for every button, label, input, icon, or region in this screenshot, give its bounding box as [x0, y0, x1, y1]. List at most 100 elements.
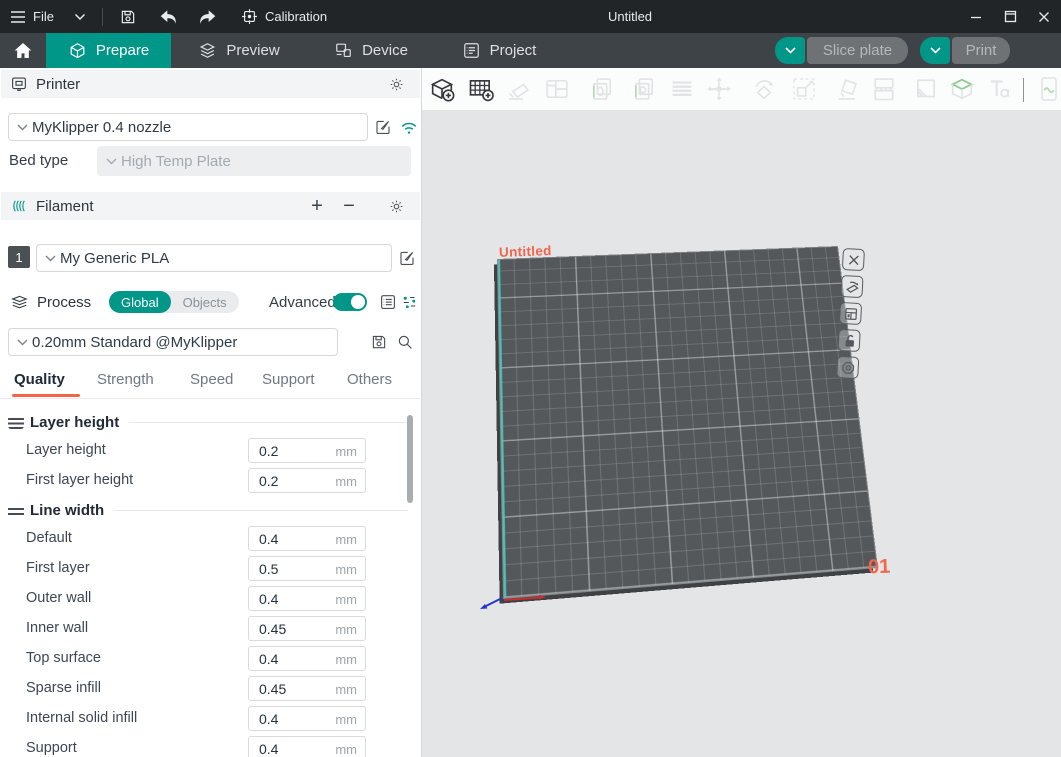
tab-device[interactable]: Device: [307, 33, 435, 68]
home-icon: [13, 41, 33, 60]
parameter-row: Sparse infill 0.45 mm: [0, 674, 420, 704]
tab-project[interactable]: Project: [435, 33, 563, 68]
maximize-button[interactable]: [993, 0, 1027, 33]
copy-icon[interactable]: [588, 75, 616, 103]
home-button[interactable]: [0, 33, 46, 68]
scale-icon[interactable]: [790, 75, 818, 103]
add-model-icon[interactable]: [428, 75, 456, 103]
split-icon[interactable]: [870, 75, 898, 103]
parameter-unit: mm: [335, 682, 357, 697]
slice-plate-dropdown[interactable]: [775, 37, 805, 64]
minimize-button[interactable]: [959, 0, 993, 33]
text-shape-icon[interactable]: [985, 75, 1013, 103]
slice-plate-button[interactable]: Slice plate: [807, 37, 908, 64]
parameter-input[interactable]: 0.4 mm: [248, 706, 366, 731]
titlebar-divider: [102, 8, 103, 26]
parameter-input[interactable]: 0.4 mm: [248, 586, 366, 611]
parameter-input[interactable]: 0.4 mm: [248, 526, 366, 551]
auto-orient-icon[interactable]: [505, 75, 533, 103]
printer-preset-combo[interactable]: MyKlipper 0.4 nozzle: [8, 113, 368, 141]
toolbar-divider: [1023, 78, 1024, 102]
build-plate[interactable]: [497, 246, 878, 599]
axis-indicator: [462, 573, 572, 618]
parameter-unit: mm: [335, 562, 357, 577]
edit-filament-icon[interactable]: [398, 249, 416, 267]
process-tab-support[interactable]: Support: [262, 371, 315, 388]
parameter-table-icon[interactable]: [379, 293, 397, 311]
fill-color-icon[interactable]: [912, 75, 940, 103]
printer-settings-gear-icon[interactable]: [388, 76, 405, 93]
remove-filament-button[interactable]: −: [338, 195, 360, 218]
process-tab-others[interactable]: Others: [347, 371, 392, 388]
process-tab-speed[interactable]: Speed: [190, 371, 233, 388]
process-tab-quality[interactable]: Quality: [14, 371, 65, 388]
parameter-input[interactable]: 0.45 mm: [248, 676, 366, 701]
filament-preset-combo[interactable]: My Generic PLA: [36, 244, 392, 272]
wifi-icon[interactable]: [399, 120, 419, 136]
arrange-plate-icon[interactable]: [839, 302, 862, 325]
close-button[interactable]: [1027, 0, 1061, 33]
advanced-toggle[interactable]: [333, 293, 367, 311]
parameter-input[interactable]: 0.2 mm: [248, 468, 366, 493]
parameter-value: 0.45: [259, 621, 286, 637]
preview-icon: [198, 41, 217, 60]
parameter-input[interactable]: 0.2 mm: [248, 438, 366, 463]
parameter-input[interactable]: 0.4 mm: [248, 736, 366, 757]
file-menu[interactable]: File: [4, 0, 60, 33]
lay-flat-icon[interactable]: [835, 75, 863, 103]
scope-objects-button[interactable]: Objects: [171, 291, 239, 313]
save-button[interactable]: [113, 0, 143, 33]
file-menu-chevron[interactable]: [68, 0, 92, 33]
filament-slot-badge[interactable]: 1: [8, 246, 30, 268]
parameter-input[interactable]: 0.4 mm: [248, 646, 366, 671]
paste-icon[interactable]: [630, 75, 658, 103]
rotate-icon[interactable]: [750, 75, 778, 103]
hamburger-icon: [10, 10, 26, 24]
arrange-icon[interactable]: [543, 75, 571, 103]
minimize-icon: [970, 11, 982, 23]
print-dropdown[interactable]: [920, 37, 950, 64]
search-icon[interactable]: [396, 333, 414, 351]
settings-group-header[interactable]: Line width: [0, 496, 420, 524]
filament-settings-gear-icon[interactable]: [388, 198, 405, 215]
edit-printer-icon[interactable]: [374, 118, 392, 136]
custom-gcode-icon[interactable]: [1035, 75, 1061, 103]
process-tab-strength[interactable]: Strength: [97, 371, 154, 388]
tab-device-label: Device: [362, 42, 408, 59]
calibration-button[interactable]: Calibration: [235, 0, 333, 33]
parameter-input[interactable]: 0.45 mm: [248, 616, 366, 641]
settings-group-header[interactable]: Layer height: [0, 408, 420, 436]
scope-global-button[interactable]: Global: [109, 291, 171, 313]
undo-button[interactable]: [153, 0, 185, 33]
maximize-icon: [1004, 10, 1017, 23]
redo-button[interactable]: [191, 0, 223, 33]
orient-plate-icon[interactable]: [840, 275, 863, 298]
process-preset-combo[interactable]: 0.20mm Standard @MyKlipper: [8, 328, 338, 356]
settings-group: Layer height Layer height 0.2 mm First l…: [0, 408, 420, 496]
variable-layer-height-icon[interactable]: [948, 75, 976, 103]
print-button[interactable]: Print: [952, 37, 1010, 64]
printer-section-header: Printer: [1, 70, 420, 98]
add-filament-button[interactable]: +: [306, 195, 328, 218]
settings-list: Layer height Layer height 0.2 mm First l…: [0, 402, 420, 757]
lock-plate-icon[interactable]: [838, 329, 861, 352]
bed-type-combo[interactable]: High Temp Plate: [97, 146, 411, 176]
parameter-input[interactable]: 0.5 mm: [248, 556, 366, 581]
device-icon: [334, 41, 353, 60]
parameter-unit: mm: [335, 622, 357, 637]
tab-prepare[interactable]: Prepare: [46, 33, 171, 68]
plate-settings-icon[interactable]: [836, 356, 859, 379]
tune-dots-icon[interactable]: [401, 294, 418, 311]
scrollbar-thumb[interactable]: [407, 415, 413, 503]
move-icon[interactable]: [705, 75, 733, 103]
tab-preview[interactable]: Preview: [171, 33, 307, 68]
layers-icon[interactable]: [668, 75, 696, 103]
viewport-3d[interactable]: Untitled 01: [422, 68, 1061, 757]
settings-group-rule: [129, 422, 408, 423]
save-preset-icon[interactable]: [370, 333, 388, 351]
process-tab-strip: Quality Strength Speed Support Others: [0, 368, 420, 398]
delete-plate-icon[interactable]: [842, 248, 865, 271]
add-plate-icon[interactable]: [467, 75, 495, 103]
parameter-value: 0.2: [259, 473, 278, 489]
parameter-value: 0.4: [259, 531, 278, 547]
